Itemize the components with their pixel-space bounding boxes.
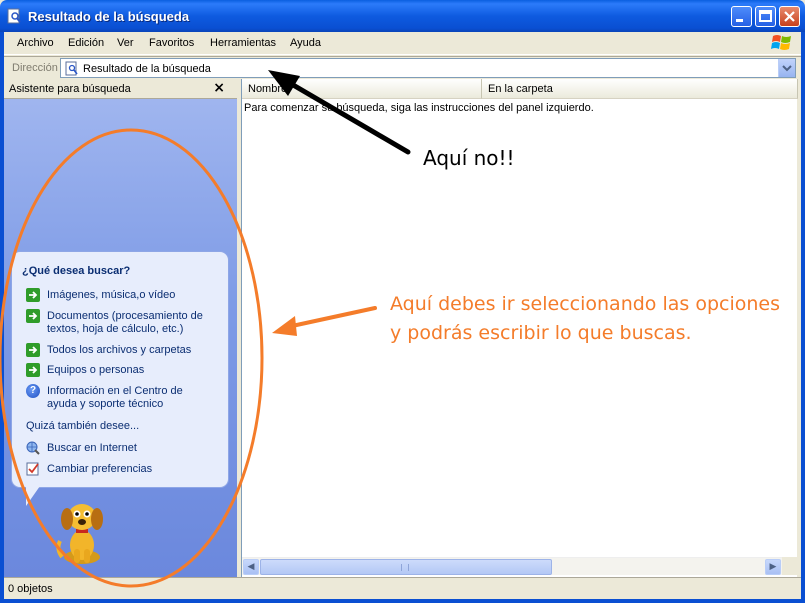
option-label: Equipos o personas bbox=[47, 364, 145, 376]
maximize-button[interactable] bbox=[755, 6, 776, 27]
menu-archivo[interactable]: Archivo bbox=[17, 37, 54, 49]
scroll-right-button[interactable]: ▶ bbox=[765, 559, 781, 575]
bubble-tail bbox=[26, 486, 40, 506]
address-bar: Dirección Resultado de la búsqueda bbox=[4, 56, 801, 78]
address-field[interactable]: Resultado de la búsqueda bbox=[60, 58, 796, 78]
option-label: Imágenes, música,o vídeo bbox=[47, 289, 176, 301]
scroll-grip bbox=[401, 564, 409, 571]
horizontal-scrollbar[interactable]: ◀ ▶ bbox=[242, 557, 782, 575]
address-label: Dirección bbox=[12, 62, 58, 74]
green-arrow-icon bbox=[26, 309, 40, 323]
search-question: ¿Qué desea buscar? bbox=[22, 265, 131, 277]
green-arrow-icon bbox=[26, 288, 40, 302]
menu-ver[interactable]: Ver bbox=[117, 37, 134, 49]
menu-edicion[interactable]: Edición bbox=[68, 37, 104, 49]
annotation-orange-note: Aquí debes ir seleccionando las opciones… bbox=[390, 293, 780, 344]
search-window-icon bbox=[7, 8, 21, 24]
column-header-name[interactable]: Nombre bbox=[242, 79, 482, 99]
window-frame-right bbox=[801, 32, 805, 603]
internet-search-icon bbox=[26, 441, 40, 455]
minimize-button[interactable] bbox=[731, 6, 752, 27]
search-assistant-pane: Asistente para búsqueda × ¿Qué desea bus… bbox=[4, 79, 237, 577]
search-pane-header: Asistente para búsqueda × bbox=[4, 79, 237, 99]
scroll-corner bbox=[782, 557, 798, 575]
option-label: Cambiar preferencias bbox=[47, 463, 153, 475]
windows-logo-icon bbox=[771, 35, 791, 50]
menu-favoritos[interactable]: Favoritos bbox=[149, 37, 194, 49]
menu-bar: Archivo Edición Ver Favoritos Herramient… bbox=[4, 32, 801, 55]
option-label: Información en el Centro de ayuda y sopo… bbox=[47, 385, 183, 410]
rover-dog-icon[interactable] bbox=[52, 499, 112, 567]
status-text: 0 objetos bbox=[8, 583, 53, 595]
option-label: Todos los archivos y carpetas bbox=[47, 344, 192, 356]
scroll-left-button[interactable]: ◀ bbox=[243, 559, 259, 575]
search-page-icon bbox=[65, 61, 78, 76]
option-label: Documentos (procesamiento de textos, hoj… bbox=[47, 310, 203, 335]
menu-ayuda[interactable]: Ayuda bbox=[290, 37, 321, 49]
column-header-folder[interactable]: En la carpeta bbox=[482, 79, 798, 99]
column-header-label: Nombre bbox=[248, 83, 288, 95]
annotation-black-note: Aquí no!! bbox=[423, 146, 515, 170]
scroll-thumb[interactable] bbox=[260, 559, 552, 575]
green-arrow-icon bbox=[26, 343, 40, 357]
column-header-label: En la carpeta bbox=[488, 83, 553, 95]
green-arrow-icon bbox=[26, 363, 40, 377]
window-frame-bottom bbox=[0, 599, 805, 603]
status-bar: 0 objetos bbox=[4, 577, 801, 599]
address-dropdown-button[interactable] bbox=[778, 59, 795, 77]
close-icon bbox=[784, 11, 795, 22]
search-pane-close-button[interactable]: × bbox=[213, 80, 225, 96]
search-pane-title: Asistente para búsqueda bbox=[9, 83, 131, 95]
menu-herramientas[interactable]: Herramientas bbox=[210, 37, 276, 49]
help-icon: ? bbox=[26, 384, 40, 398]
address-value: Resultado de la búsqueda bbox=[83, 63, 211, 75]
maximize-icon bbox=[759, 10, 772, 22]
minimize-icon bbox=[736, 19, 743, 22]
chevron-down-icon bbox=[782, 65, 792, 72]
preferences-icon bbox=[26, 462, 39, 476]
results-instructions: Para comenzar su búsqueda, siga las inst… bbox=[244, 102, 594, 114]
window-title: Resultado de la búsqueda bbox=[28, 9, 190, 24]
also-label: Quizá también desee... bbox=[26, 420, 140, 432]
close-button[interactable] bbox=[779, 6, 800, 27]
title-bar[interactable]: Resultado de la búsqueda bbox=[0, 0, 805, 32]
option-label: Buscar en Internet bbox=[47, 442, 137, 454]
